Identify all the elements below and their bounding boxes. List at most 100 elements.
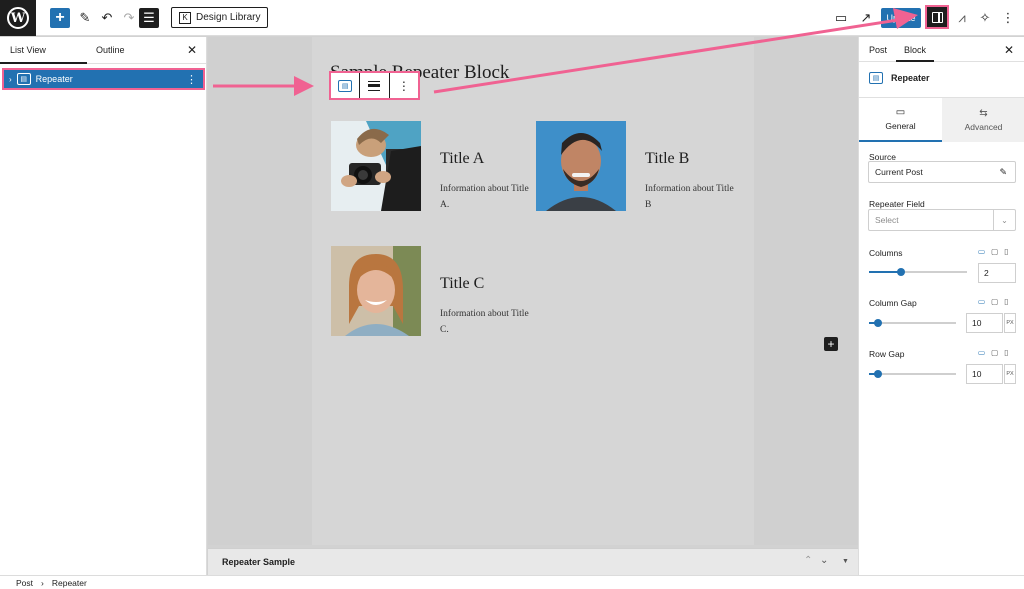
column-gap-unit: PX <box>1006 320 1014 326</box>
tab-block[interactable]: Block <box>904 45 926 55</box>
view-post-external-icon[interactable]: ↗ <box>856 8 876 28</box>
wordpress-logo-button[interactable]: W <box>0 0 36 36</box>
row-gap-unit: PX <box>1006 371 1014 377</box>
item-options-icon[interactable]: ⋮ <box>186 73 197 86</box>
move-up-icon[interactable]: ⌃ <box>804 555 812 566</box>
breadcrumb-item-post[interactable]: Post <box>16 578 33 588</box>
block-settings-sidebar: Post Block ✕ ▤ Repeater ▭ General ⇆ Adva… <box>858 37 1024 575</box>
close-icon[interactable]: ✕ <box>187 43 197 57</box>
item-title: Title A <box>440 150 485 167</box>
tab-outline[interactable]: Outline <box>96 45 125 55</box>
kadence-controls-icon[interactable]: ⩘ <box>952 8 972 28</box>
photographer-image <box>331 121 421 211</box>
tablet-device-icon[interactable]: ▢ <box>991 348 998 357</box>
item-description: Information about Title B <box>645 184 734 210</box>
post-content-area: Sample Repeater Block ▤ ⋮ <box>312 37 838 545</box>
repeater-field-select[interactable]: Select ⌄ <box>868 209 1016 231</box>
block-toolbar: ▤ ⋮ <box>329 71 420 100</box>
tab-post[interactable]: Post <box>869 45 887 55</box>
design-library-button[interactable]: K Design Library <box>171 7 269 28</box>
column-gap-unit-select[interactable]: PX <box>1004 313 1016 333</box>
more-vertical-icon: ⋮ <box>397 78 410 93</box>
device-switcher: ▭ ▢ ▯ <box>978 297 1008 306</box>
update-button[interactable]: Update <box>881 8 921 28</box>
woman-portrait-image <box>331 246 421 336</box>
desktop-device-icon[interactable]: ▭ <box>978 348 985 357</box>
general-settings-icon: ▭ <box>895 107 906 118</box>
source-value: Current Post <box>875 167 923 177</box>
list-view-tabs: List View Outline ✕ <box>0 37 206 64</box>
move-down-icon[interactable]: ⌄ <box>820 555 828 566</box>
editor-canvas: Sample Repeater Block ▤ ⋮ <box>208 37 858 545</box>
columns-slider-thumb[interactable] <box>897 268 906 276</box>
preview-device-icon[interactable]: ▭ <box>831 8 851 28</box>
inspector-tabs: ▭ General ⇆ Advanced <box>859 97 1024 142</box>
column-gap-label: Column Gap <box>869 298 917 308</box>
advanced-settings-icon: ⇆ <box>979 108 988 119</box>
tablet-device-icon[interactable]: ▢ <box>991 247 998 256</box>
undo-button[interactable]: ↶ <box>97 8 117 28</box>
columns-input[interactable]: 2 <box>978 263 1016 283</box>
item-description: Information about Title A. <box>440 184 529 210</box>
kadence-logo-icon: K <box>179 11 191 24</box>
edit-tools-button[interactable]: ✎ <box>75 8 95 28</box>
editor-top-toolbar: W + ✎ ↶ ↷ ☰ K Design Library ▭ ↗ Update … <box>0 0 1024 36</box>
mobile-device-icon[interactable]: ▯ <box>1004 348 1008 357</box>
column-gap-slider[interactable] <box>869 319 956 327</box>
document-overview-button[interactable]: ☰ <box>139 8 159 28</box>
block-breadcrumb: Post › Repeater <box>0 575 1024 589</box>
mobile-device-icon[interactable]: ▯ <box>1004 297 1008 306</box>
align-button[interactable] <box>360 73 390 98</box>
active-tab-indicator <box>0 62 87 64</box>
block-name: Repeater <box>891 73 930 83</box>
tab-general[interactable]: ▭ General <box>859 98 942 142</box>
sidebar-panel-icon <box>931 11 943 23</box>
tab-advanced[interactable]: ⇆ Advanced <box>942 98 1024 142</box>
options-menu-icon[interactable]: ⋮ <box>998 8 1018 28</box>
meta-box-panel: Repeater Sample ⌃ ⌄ ▼ <box>208 548 858 575</box>
list-view-item-repeater[interactable]: › ▤ Repeater ⋮ <box>2 68 205 90</box>
styles-icon[interactable]: ✧ <box>975 8 995 28</box>
desktop-device-icon[interactable]: ▭ <box>978 297 985 306</box>
repeater-field-placeholder: Select <box>875 215 899 225</box>
toggle-panel-icon[interactable]: ▼ <box>842 558 849 565</box>
mobile-device-icon[interactable]: ▯ <box>1004 247 1008 256</box>
item-title: Title C <box>440 275 485 292</box>
align-icon <box>368 80 381 91</box>
device-switcher: ▭ ▢ ▯ <box>978 348 1008 357</box>
close-icon[interactable]: ✕ <box>1004 43 1014 57</box>
tab-list-view[interactable]: List View <box>10 45 46 55</box>
block-options-button[interactable]: ⋮ <box>390 73 418 98</box>
desktop-device-icon[interactable]: ▭ <box>978 247 985 256</box>
columns-slider[interactable] <box>869 268 967 276</box>
column-gap-input[interactable]: 10 <box>966 313 1003 333</box>
columns-value: 2 <box>984 268 989 278</box>
design-library-label: Design Library <box>196 12 261 23</box>
block-card: ▤ Repeater <box>869 72 930 84</box>
row-gap-input[interactable]: 10 <box>966 364 1003 384</box>
row-gap-slider-thumb[interactable] <box>873 370 882 378</box>
add-block-button[interactable]: + <box>824 337 838 351</box>
row-gap-unit-select[interactable]: PX <box>1004 364 1016 384</box>
device-switcher: ▭ ▢ ▯ <box>978 247 1008 256</box>
meta-box-title[interactable]: Repeater Sample <box>222 557 295 567</box>
active-tab-indicator <box>896 60 934 62</box>
add-block-inserter-button[interactable]: + <box>50 8 70 28</box>
repeater-block-icon: ▤ <box>338 79 353 92</box>
edit-pencil-icon[interactable]: ✎ <box>999 167 1007 178</box>
column-gap-slider-thumb[interactable] <box>873 319 882 327</box>
item-title: Title B <box>645 150 690 167</box>
block-type-switcher[interactable]: ▤ <box>331 73 361 98</box>
redo-button[interactable]: ↷ <box>119 8 139 28</box>
repeater-block-icon: ▤ <box>869 72 883 84</box>
settings-sidebar-toggle[interactable] <box>925 5 949 29</box>
tab-advanced-label: Advanced <box>964 122 1003 132</box>
source-field[interactable]: Current Post ✎ <box>868 161 1016 183</box>
settings-tabs: Post Block ✕ <box>859 37 1024 62</box>
breadcrumb-item-repeater[interactable]: Repeater <box>52 578 87 588</box>
tablet-device-icon[interactable]: ▢ <box>991 297 998 306</box>
row-gap-slider[interactable] <box>869 370 956 378</box>
chevron-right-icon[interactable]: › <box>9 75 12 84</box>
item-description: Information about Title C. <box>440 309 529 335</box>
wordpress-icon: W <box>7 7 29 29</box>
